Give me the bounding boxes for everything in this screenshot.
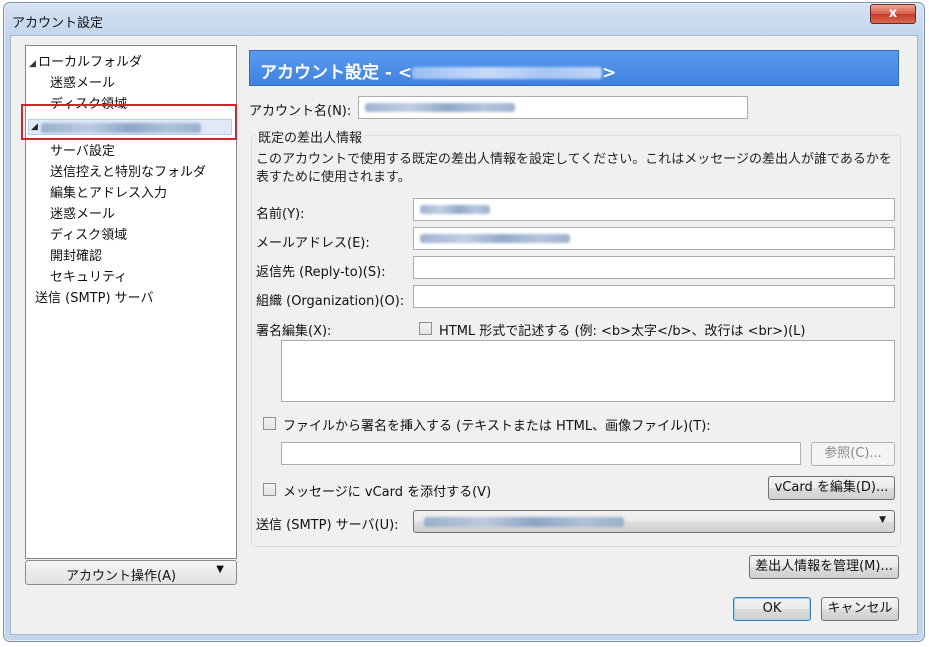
- vcard-attach-label[interactable]: メッセージに vCard を添付する(V): [283, 481, 491, 500]
- account-name-input[interactable]: [358, 96, 748, 119]
- tree-item-junk[interactable]: 迷惑メール: [50, 203, 115, 222]
- dropdown-icon: ▼: [879, 515, 886, 525]
- email-value-redacted: [420, 234, 570, 243]
- signature-textarea[interactable]: [281, 340, 895, 402]
- tree-expanded-icon[interactable]: ◢: [29, 59, 38, 69]
- account-name-label: アカウント名(N):: [249, 104, 352, 119]
- page-title-suffix: >: [602, 63, 617, 83]
- tree-item-copies-folders[interactable]: 送信控えと特別なフォルダ: [50, 161, 206, 180]
- tree-expanded-icon[interactable]: ◢: [31, 122, 38, 132]
- identity-group-title: 既定の差出人情報: [255, 127, 366, 146]
- smtp-server-label: 送信 (SMTP) サーバ(U):: [256, 518, 399, 533]
- tree-item-local-disk[interactable]: ディスク領域: [50, 93, 127, 112]
- organization-input[interactable]: [413, 285, 895, 308]
- tree-item-composition[interactable]: 編集とアドレス入力: [50, 182, 167, 201]
- tree-item-local-folders[interactable]: ◢ ローカルフォルダ: [29, 51, 142, 70]
- identity-description: このアカウントで使用する既定の差出人情報を設定してください。これはメッセージの差…: [256, 152, 892, 185]
- name-input[interactable]: [413, 198, 895, 221]
- account-settings-window: アカウント設定 x ◢ ローカルフォルダ 迷惑メール ディスク領域 ◢ サーバ設定…: [3, 2, 925, 642]
- window-title: アカウント設定: [12, 16, 104, 31]
- page-title-prefix: アカウント設定 - <: [260, 63, 413, 83]
- account-email-redacted: [412, 67, 603, 79]
- reply-to-input[interactable]: [413, 256, 895, 279]
- ok-button[interactable]: OK: [733, 597, 811, 621]
- vcard-checkbox[interactable]: [263, 483, 276, 496]
- email-label: メールアドレス(E):: [256, 236, 370, 251]
- tree-item-smtp[interactable]: 送信 (SMTP) サーバ: [35, 287, 154, 306]
- tree-item-account-selected[interactable]: ◢: [28, 119, 232, 135]
- organization-label: 組織 (Organization)(O):: [256, 294, 405, 309]
- signature-file-path-input[interactable]: [281, 442, 801, 465]
- tree-item-disk-space[interactable]: ディスク領域: [50, 224, 127, 243]
- account-tree[interactable]: ◢ ローカルフォルダ 迷惑メール ディスク領域 ◢ サーバ設定 送信控えと特別なフ…: [25, 45, 237, 559]
- account-actions-label: アカウント操作(A): [66, 569, 177, 584]
- email-input[interactable]: [413, 227, 895, 250]
- account-actions-button[interactable]: アカウント操作(A) ▼: [25, 560, 237, 585]
- manage-identities-button[interactable]: 差出人情報を管理(M)...: [749, 555, 899, 579]
- account-email-redacted: [41, 123, 201, 133]
- file-signature-checkbox[interactable]: [263, 417, 276, 430]
- dropdown-icon: ▼: [216, 564, 224, 575]
- close-button[interactable]: x: [870, 4, 916, 24]
- tree-item-local-junk[interactable]: 迷惑メール: [50, 72, 115, 91]
- file-signature-label[interactable]: ファイルから署名を挿入する (テキストまたは HTML、画像ファイル)(T):: [283, 415, 711, 434]
- reply-to-label: 返信先 (Reply-to)(S):: [256, 265, 386, 280]
- html-signature-label[interactable]: HTML 形式で記述する (例: <b>太字</b>、改行は <br>)(L): [439, 320, 805, 339]
- smtp-server-select[interactable]: ▼: [413, 510, 895, 533]
- signature-label: 署名編集(X):: [256, 324, 332, 339]
- tree-item-return-receipts[interactable]: 開封確認: [50, 245, 102, 264]
- cancel-button[interactable]: キャンセル: [821, 597, 899, 621]
- title-bar: アカウント設定 x: [4, 3, 924, 35]
- edit-vcard-button[interactable]: vCard を編集(D)...: [768, 476, 895, 500]
- close-icon: x: [888, 6, 898, 21]
- browse-button[interactable]: 参照(C)...: [811, 442, 895, 466]
- tree-item-server-settings[interactable]: サーバ設定: [50, 140, 115, 159]
- page-title: アカウント設定 - < >: [260, 58, 616, 83]
- tree-item-security[interactable]: セキュリティ: [50, 266, 127, 285]
- name-label: 名前(Y):: [256, 207, 305, 222]
- name-value-redacted: [420, 205, 490, 214]
- account-name-value-redacted: [365, 103, 515, 112]
- html-signature-checkbox[interactable]: [419, 322, 432, 335]
- page-header: アカウント設定 - < >: [249, 50, 899, 86]
- tree-item-label: ローカルフォルダ: [38, 55, 143, 70]
- smtp-server-value-redacted: [424, 517, 624, 527]
- dialog-client-area: ◢ ローカルフォルダ 迷惑メール ディスク領域 ◢ サーバ設定 送信控えと特別なフ…: [10, 35, 918, 635]
